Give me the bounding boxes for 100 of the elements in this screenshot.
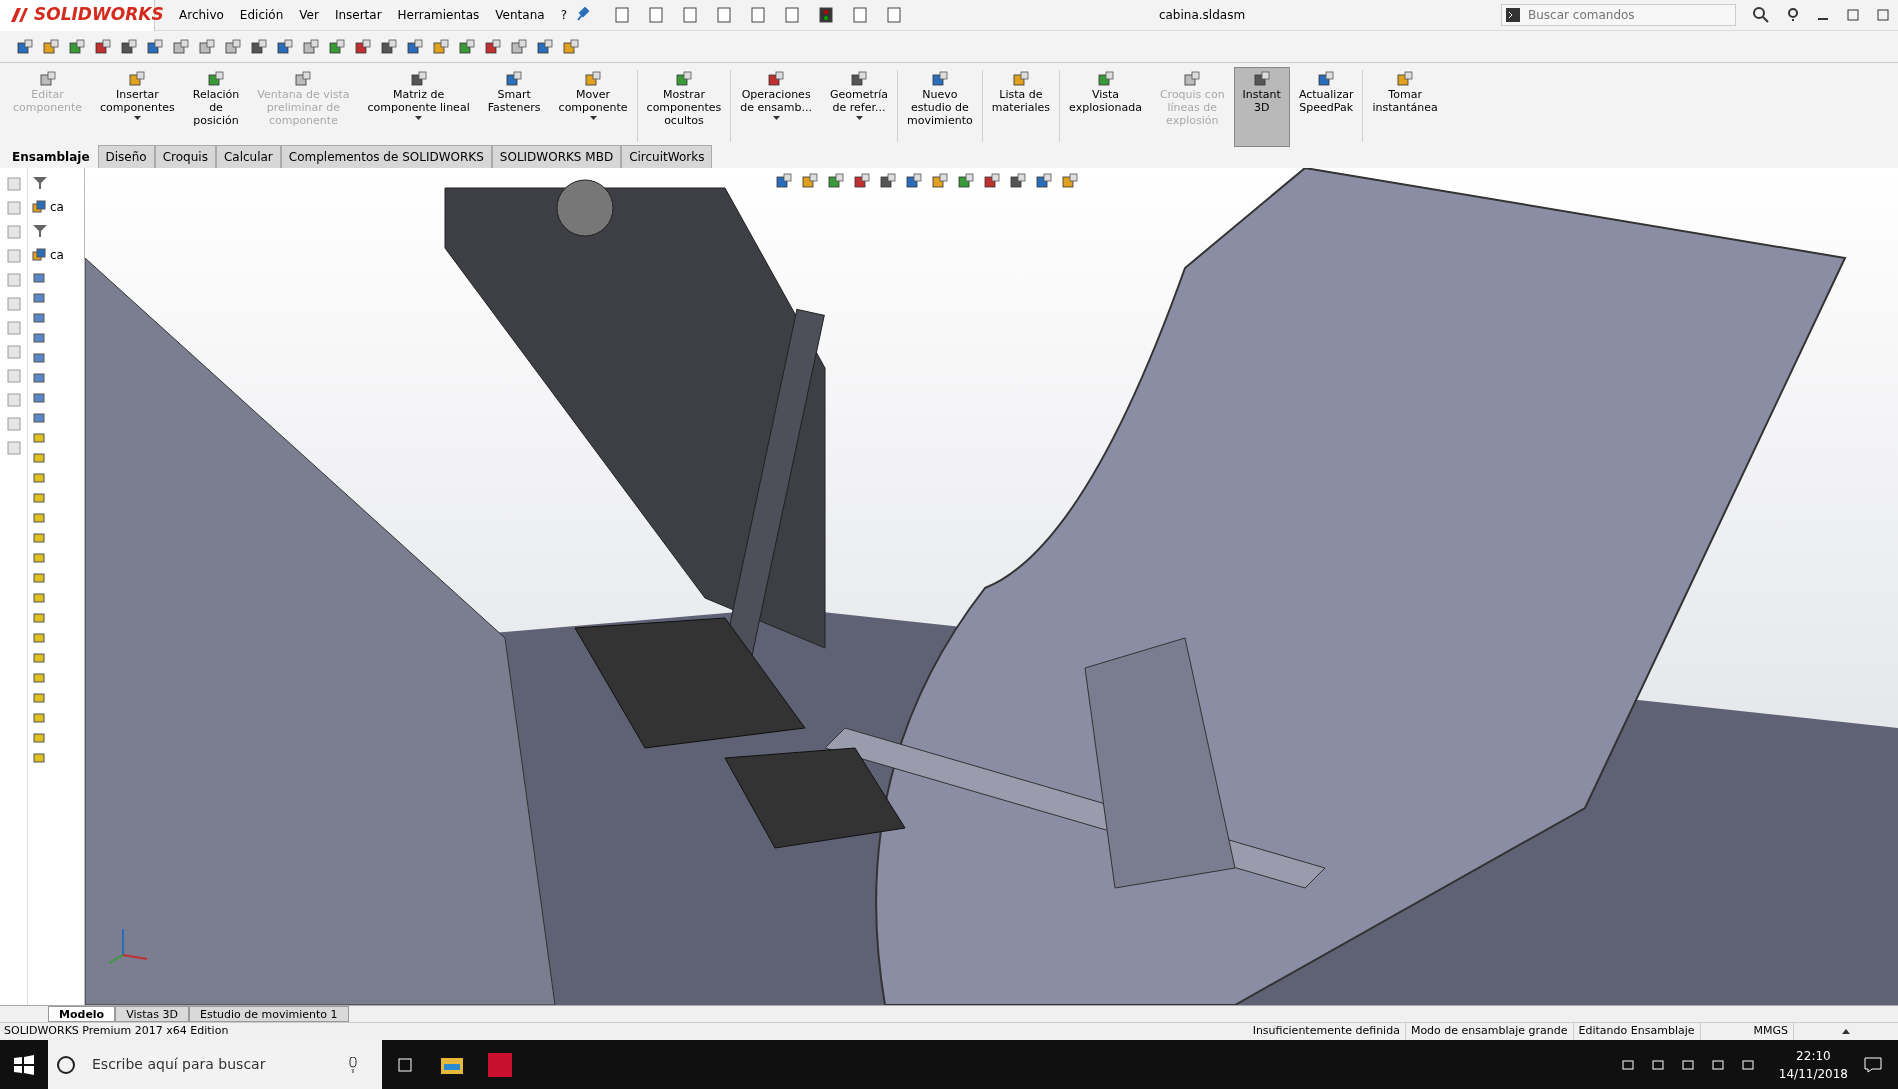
- tab[interactable]: Estudio de movimiento 1: [189, 1006, 349, 1022]
- caret-icon: [133, 116, 141, 121]
- tab[interactable]: CircuitWorks: [621, 145, 713, 168]
- menu-item[interactable]: ?: [552, 6, 575, 24]
- units-field[interactable]: MMGS: [1748, 1023, 1794, 1040]
- tool-icon: [827, 172, 845, 190]
- tool-icon: [850, 70, 869, 88]
- component-icon[interactable]: [32, 612, 46, 624]
- tab[interactable]: SOLIDWORKS MBD: [491, 145, 622, 168]
- status-field: Modo de ensamblaje grande: [1405, 1023, 1574, 1040]
- component-icon[interactable]: [32, 292, 46, 304]
- tab[interactable]: Croquis: [154, 145, 216, 168]
- tool-icon: [224, 37, 242, 56]
- command-button[interactable]: Lista de materiales: [982, 67, 1060, 147]
- command-button[interactable]: Mover componente: [549, 67, 637, 147]
- document-title: cabina.sldasm: [1157, 7, 1247, 24]
- caret-icon[interactable]: [1842, 1029, 1850, 1034]
- component-icon[interactable]: [32, 652, 46, 664]
- taskbar-search-field[interactable]: Escribe aquí para buscar: [48, 1040, 382, 1089]
- tool-icon: [983, 172, 1001, 190]
- tool-icon: [1183, 70, 1202, 88]
- tool-icon: [406, 37, 424, 56]
- tab[interactable]: Calcular: [215, 145, 281, 168]
- component-icon[interactable]: [32, 692, 46, 704]
- command-button[interactable]: Insertar componentes: [91, 67, 184, 147]
- command-button[interactable]: Tomar instantánea: [1363, 67, 1447, 147]
- component-icon[interactable]: [32, 332, 46, 344]
- command-button[interactable]: Relación de posición: [183, 67, 249, 147]
- component-icon[interactable]: [32, 432, 46, 444]
- command-button[interactable]: Instant 3D: [1233, 67, 1290, 147]
- tool-icon: [328, 37, 346, 56]
- menu-item[interactable]: Insertar: [326, 6, 390, 24]
- command-button[interactable]: Matriz de componente lineal: [358, 67, 479, 147]
- terminal-icon: [1506, 8, 1520, 22]
- component-icon[interactable]: [32, 372, 46, 384]
- component-icon[interactable]: [32, 752, 46, 764]
- tool-icon: [294, 70, 313, 88]
- menu-item[interactable]: Archivo: [171, 6, 232, 24]
- tool-icon: [302, 37, 320, 56]
- tool-icon: [94, 37, 112, 56]
- tab[interactable]: Complementos de SOLIDWORKS: [280, 145, 492, 168]
- tool-icon: [484, 37, 502, 56]
- tool-icon: [1035, 172, 1053, 190]
- command-button[interactable]: Operaciones de ensamb...: [731, 67, 821, 147]
- component-icon[interactable]: [32, 712, 46, 724]
- tool-icon: [250, 37, 268, 56]
- component-icon[interactable]: [32, 632, 46, 644]
- component-icon[interactable]: [32, 512, 46, 524]
- tool-icon: [68, 37, 86, 56]
- search-placeholder: Escribe aquí para buscar: [92, 1055, 267, 1074]
- pin-icon[interactable]: [575, 7, 589, 23]
- tab[interactable]: Diseño: [97, 145, 155, 168]
- component-icon[interactable]: [32, 452, 46, 464]
- tool-icon: [38, 70, 57, 88]
- command-button[interactable]: Smart Fasteners: [478, 67, 550, 147]
- search-icon[interactable]: [1752, 6, 1770, 24]
- logo-icon: [8, 5, 30, 25]
- clock-time[interactable]: 22:10: [1796, 1046, 1831, 1065]
- command-button[interactable]: Actualizar SpeedPak: [1289, 67, 1363, 147]
- component-icon[interactable]: [32, 532, 46, 544]
- component-icon[interactable]: [32, 392, 46, 404]
- tree-item[interactable]: ca: [50, 198, 64, 216]
- tool-icon: [146, 37, 164, 56]
- solidworks-app-icon[interactable]: [488, 1052, 512, 1077]
- microphone-icon[interactable]: [348, 1056, 358, 1073]
- tab[interactable]: Modelo: [48, 1006, 116, 1022]
- windows-start-icon[interactable]: [14, 1054, 34, 1075]
- clock-date[interactable]: 14/11/2018: [1778, 1064, 1848, 1083]
- command-button[interactable]: Vista explosionada: [1060, 67, 1151, 147]
- tool-icon: [42, 37, 60, 56]
- component-icon[interactable]: [32, 472, 46, 484]
- menu-item[interactable]: Ver: [291, 6, 327, 24]
- menu-item[interactable]: Ventana: [487, 6, 553, 24]
- tool-icon: [172, 37, 190, 56]
- component-icon[interactable]: [32, 592, 46, 604]
- component-icon[interactable]: [32, 672, 46, 684]
- component-icon[interactable]: [32, 732, 46, 744]
- traffic-light-icon[interactable]: [817, 6, 835, 24]
- tool-icon: [510, 37, 528, 56]
- menu-item[interactable]: Edición: [231, 6, 292, 24]
- command-button[interactable]: Nuevo estudio de movimiento: [898, 67, 982, 147]
- component-icon[interactable]: [32, 492, 46, 504]
- component-icon[interactable]: [32, 552, 46, 564]
- component-icon[interactable]: [32, 272, 46, 284]
- component-icon[interactable]: [32, 352, 46, 364]
- filter-icon[interactable]: [32, 176, 48, 190]
- command-button[interactable]: Geometría de refer...: [820, 67, 898, 147]
- tree-item[interactable]: ca: [50, 246, 64, 264]
- tool-icon: [458, 37, 476, 56]
- tool-icon: [905, 172, 923, 190]
- component-icon[interactable]: [32, 412, 46, 424]
- tab[interactable]: Vistas 3D: [115, 1006, 189, 1022]
- logo-text: SOLIDWORKS: [34, 3, 164, 27]
- filter-icon[interactable]: [32, 224, 48, 238]
- search-field[interactable]: Buscar comandos: [1501, 4, 1736, 26]
- component-icon[interactable]: [32, 312, 46, 324]
- menu-item[interactable]: Herramientas: [389, 6, 488, 24]
- component-icon[interactable]: [32, 572, 46, 584]
- notification-icon[interactable]: [1864, 1056, 1882, 1073]
- command-button[interactable]: Mostrar componentes ocultos: [637, 67, 731, 147]
